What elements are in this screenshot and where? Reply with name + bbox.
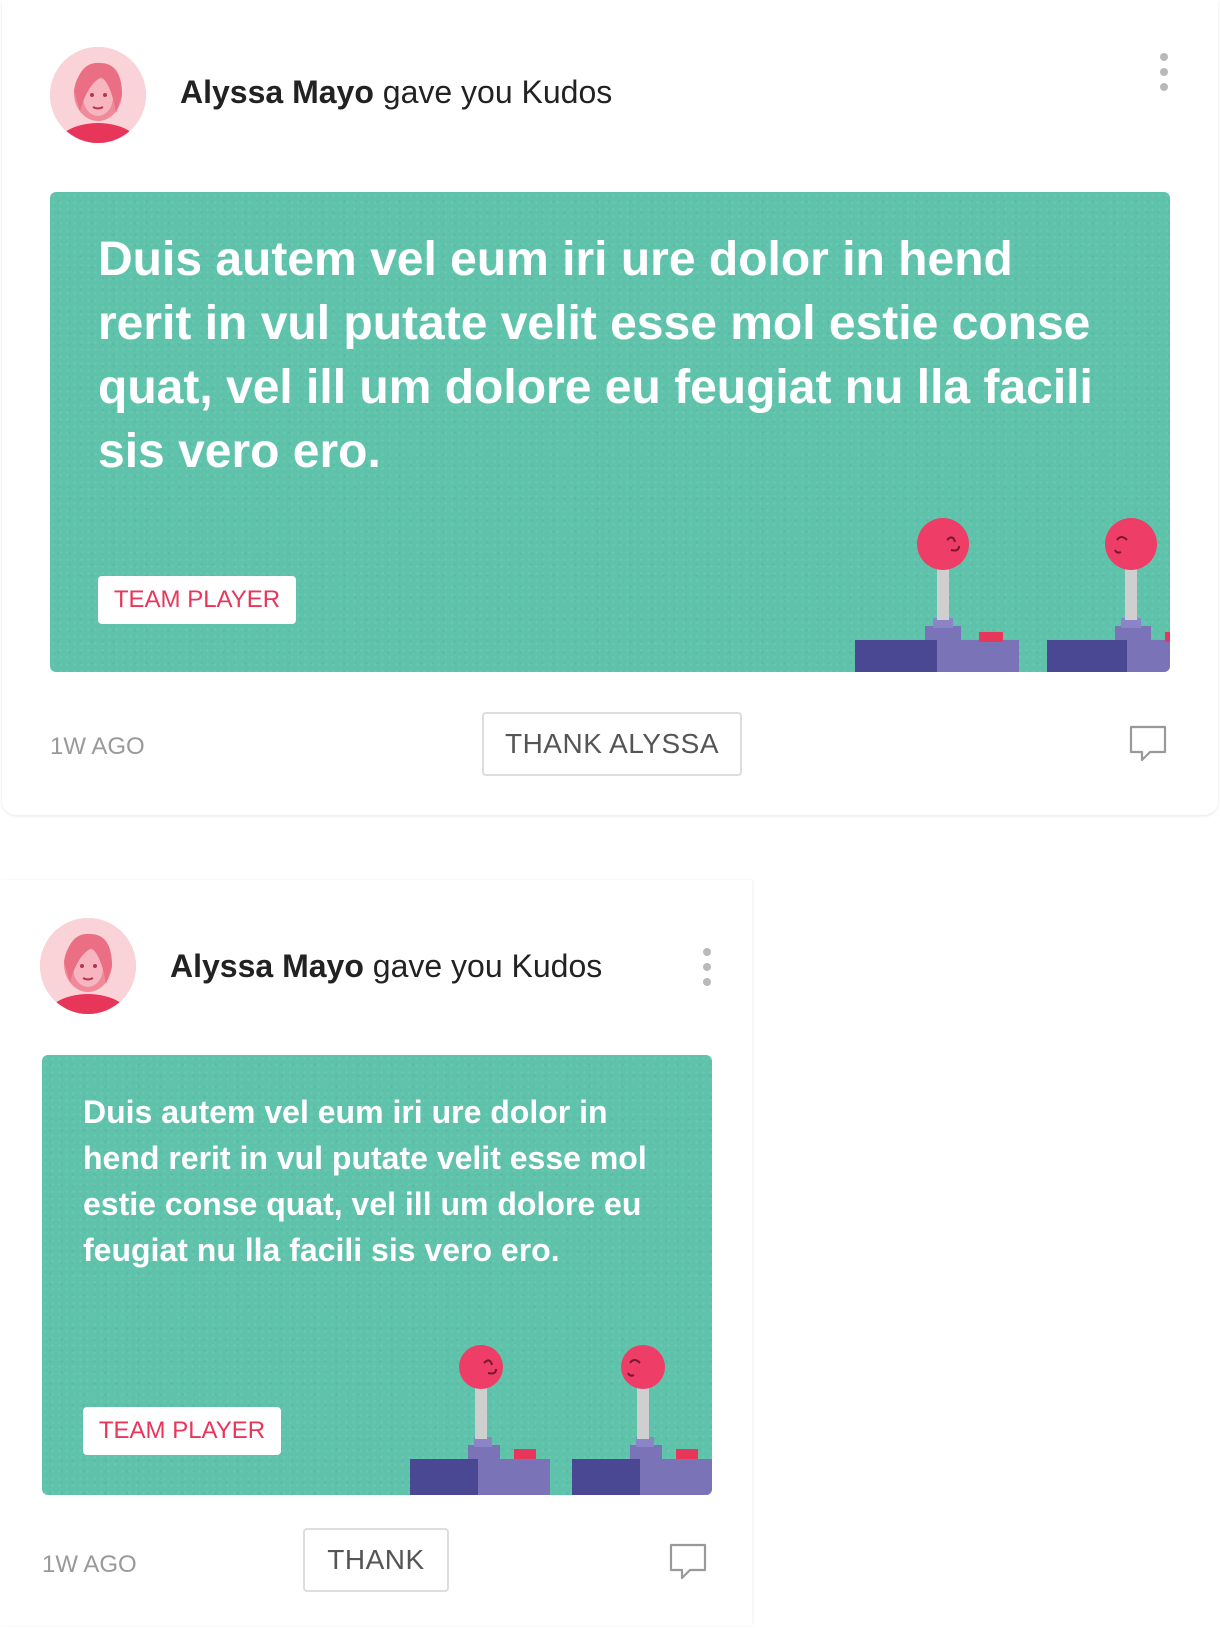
- comment-icon[interactable]: [668, 1542, 708, 1582]
- badge-tag: TEAM PLAYER: [98, 576, 296, 624]
- activity-action: gave you Kudos: [372, 948, 603, 984]
- timestamp: 1W AGO: [50, 733, 145, 760]
- kudos-banner: Duis autem vel eum iri ure dolor in hend…: [50, 192, 1170, 672]
- badge-tag: TEAM PLAYER: [83, 1407, 281, 1455]
- activity-action: gave you Kudos: [382, 74, 613, 110]
- avatar[interactable]: [50, 47, 146, 143]
- kudos-message: Duis autem vel eum iri ure dolor in hend…: [98, 233, 1093, 478]
- comment-icon[interactable]: [1128, 724, 1168, 764]
- more-options-icon[interactable]: [702, 948, 712, 986]
- joystick-illustration: [410, 1345, 712, 1495]
- kudos-card: Alyssa Mayo gave you Kudos Duis autem ve…: [2, 0, 1218, 815]
- joystick-illustration: [855, 518, 1170, 672]
- kudos-banner: Duis autem vel eum iri ure dolor in hend…: [42, 1055, 712, 1495]
- author-name[interactable]: Alyssa Mayo: [170, 948, 364, 984]
- thank-button[interactable]: THANK: [303, 1528, 449, 1592]
- kudos-message: Duis autem vel eum iri ure dolor in hend…: [83, 1094, 647, 1268]
- author-name[interactable]: Alyssa Mayo: [180, 74, 374, 110]
- thank-button[interactable]: THANK ALYSSA: [482, 712, 742, 776]
- more-options-icon[interactable]: [1159, 53, 1169, 91]
- activity-header: Alyssa Mayo gave you Kudos: [170, 948, 602, 985]
- timestamp: 1W AGO: [42, 1551, 137, 1578]
- kudos-card: Alyssa Mayo gave you Kudos Duis autem ve…: [0, 880, 752, 1625]
- activity-header: Alyssa Mayo gave you Kudos: [180, 74, 612, 111]
- avatar[interactable]: [40, 918, 136, 1014]
